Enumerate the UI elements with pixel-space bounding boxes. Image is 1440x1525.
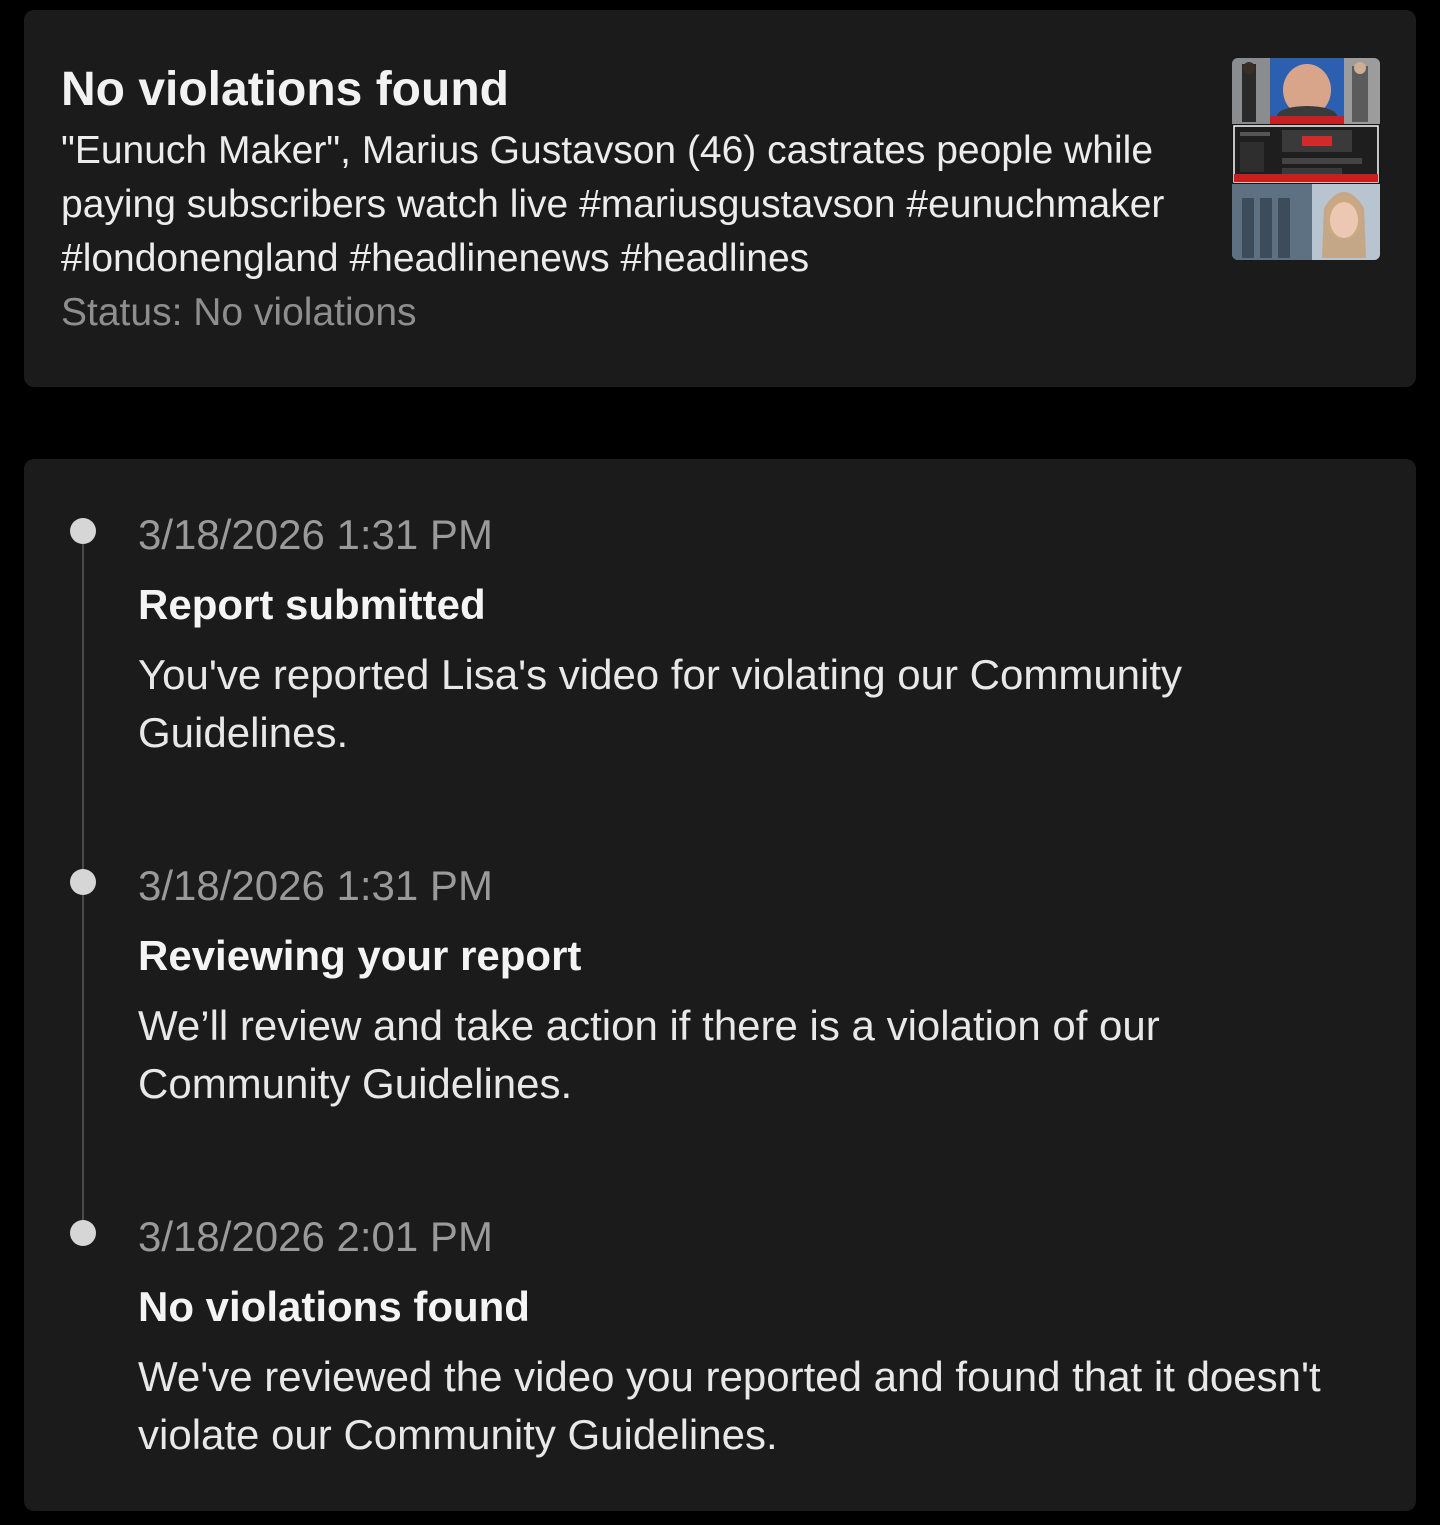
report-summary-card[interactable]: No violations found "Eunuch Maker", Mari… [24, 10, 1416, 387]
timeline-dot-icon [70, 869, 96, 895]
event-title: No violations found [138, 1283, 530, 1330]
event-title: Reviewing your report [138, 932, 582, 979]
video-thumbnail[interactable] [1232, 58, 1380, 260]
video-description: "Eunuch Maker", Marius Gustavson (46) ca… [61, 129, 1165, 280]
timeline-dot-icon [70, 518, 96, 544]
event-description: You've reported Lisa's video for violati… [138, 651, 1183, 756]
status-text: Status: No violations [61, 291, 417, 334]
thumbnail-collage [1232, 58, 1380, 260]
event-title: Report submitted [138, 581, 486, 628]
event-description: We’ll review and take action if there is… [138, 1002, 1160, 1107]
event-timestamp: 3/18/2026 1:31 PM [138, 511, 493, 558]
event-timestamp: 3/18/2026 1:31 PM [138, 862, 493, 909]
timeline-dot-icon [70, 1220, 96, 1246]
event-description: We've reviewed the video you reported an… [138, 1353, 1321, 1458]
event-timestamp: 3/18/2026 2:01 PM [138, 1213, 493, 1260]
report-timeline-card: 3/18/2026 1:31 PM Report submitted You'v… [24, 459, 1416, 1511]
summary-title: No violations found [61, 63, 509, 116]
